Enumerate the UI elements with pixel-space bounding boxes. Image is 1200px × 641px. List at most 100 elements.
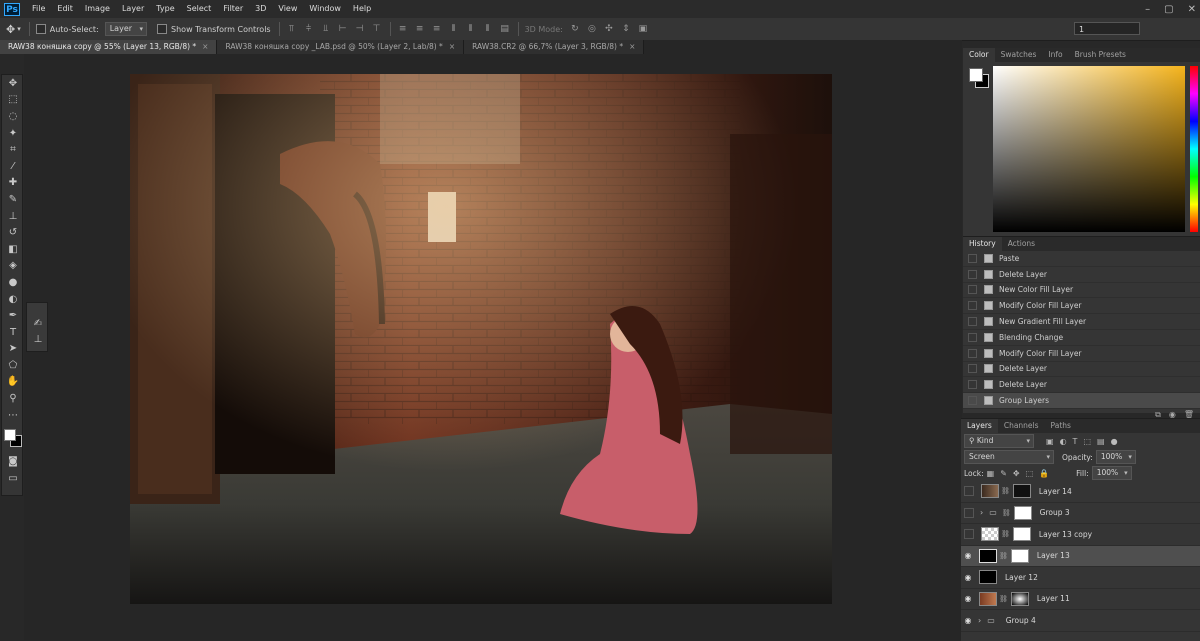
align-top-icon[interactable]: ⫪ <box>287 24 297 34</box>
menu-filter[interactable]: Filter <box>217 0 249 18</box>
color-picker-field[interactable] <box>993 66 1185 232</box>
screen-mode-icon[interactable]: ▭ <box>2 470 24 487</box>
more-tools-icon[interactable]: ⋯ <box>2 407 24 424</box>
menu-view[interactable]: View <box>272 0 303 18</box>
history-item[interactable]: Modify Color Fill Layer <box>963 298 1200 315</box>
distribute-top-icon[interactable]: ≡ <box>398 24 408 34</box>
document-tab[interactable]: RAW38 коняшка copy _LAB.psd @ 50% (Layer… <box>217 40 465 54</box>
color-swatches-icon[interactable] <box>2 423 24 453</box>
menu-window[interactable]: Window <box>303 0 347 18</box>
history-source-checkbox[interactable] <box>968 364 977 374</box>
history-brush-tool-icon[interactable]: ↺ <box>2 224 24 241</box>
3d-roll-icon[interactable]: ◎ <box>587 24 597 34</box>
minimize-icon[interactable]: – <box>1145 4 1150 15</box>
tab-close-icon[interactable]: × <box>629 42 635 51</box>
auto-align-icon[interactable]: ▤ <box>500 24 510 34</box>
history-item[interactable]: Blending Change <box>963 330 1200 346</box>
move-tool-icon[interactable]: ✥ <box>2 75 24 92</box>
fill-field[interactable]: 100% <box>1091 466 1132 480</box>
history-source-checkbox[interactable] <box>968 348 977 358</box>
distribute-vcenter-icon[interactable]: ≡ <box>415 24 425 34</box>
blur-tool-icon[interactable]: ● <box>2 274 24 291</box>
history-source-checkbox[interactable] <box>968 269 977 279</box>
tab-brush-presets[interactable]: Brush Presets <box>1069 48 1132 62</box>
tab-info[interactable]: Info <box>1042 48 1068 62</box>
history-source-checkbox[interactable] <box>968 301 977 311</box>
distribute-right-icon[interactable]: ⦀ <box>483 24 493 34</box>
visibility-toggle[interactable] <box>964 507 974 518</box>
filter-smart-object-icon[interactable]: ▤ <box>1097 437 1105 446</box>
lock-pixels-icon[interactable]: ✎ <box>1000 469 1007 478</box>
3d-drag-icon[interactable]: ✣ <box>604 24 614 34</box>
menu-layer[interactable]: Layer <box>116 0 150 18</box>
document-tab[interactable]: RAW38 коняшка copy @ 55% (Layer 13, RGB/… <box>0 40 218 54</box>
workspace-field[interactable]: 1 <box>1074 22 1140 35</box>
distribute-left-icon[interactable]: ⦀ <box>449 24 459 34</box>
menu-image[interactable]: Image <box>79 0 116 18</box>
hand-tool-icon[interactable]: ✋ <box>2 374 24 391</box>
brush-tool-icon[interactable]: ✎ <box>2 191 24 208</box>
3d-slide-icon[interactable]: ⇕ <box>621 24 631 34</box>
kind-filter-dropdown[interactable]: ⚲ Kind <box>964 434 1034 448</box>
path-selection-tool-icon[interactable]: ➤ <box>2 341 24 358</box>
lock-all-icon[interactable]: 🔒 <box>1039 469 1049 478</box>
dodge-tool-icon[interactable]: ◐ <box>2 291 24 308</box>
auto-select-checkbox[interactable]: Auto-Select: <box>35 24 99 34</box>
menu-edit[interactable]: Edit <box>51 0 79 18</box>
history-item[interactable]: New Color Fill Layer <box>963 283 1200 299</box>
healing-brush-tool-icon[interactable]: ✚ <box>2 175 24 192</box>
history-item[interactable]: New Gradient Fill Layer <box>963 314 1200 330</box>
tab-close-icon[interactable]: × <box>449 42 455 51</box>
history-source-checkbox[interactable] <box>968 380 977 390</box>
3d-scale-icon[interactable]: ▣ <box>638 24 648 34</box>
layer-row[interactable]: › ▭ ⛓ Group 3 <box>961 503 1200 524</box>
crop-tool-icon[interactable]: ⌗ <box>2 141 24 158</box>
zoom-tool-icon[interactable]: ⚲ <box>2 390 24 407</box>
filter-type-icon[interactable]: T <box>1073 437 1078 446</box>
visibility-toggle[interactable] <box>964 529 974 540</box>
3d-rotate-icon[interactable]: ↻ <box>570 24 580 34</box>
auto-select-dropdown[interactable]: Layer <box>104 22 148 36</box>
expand-group-icon[interactable]: › <box>980 508 983 517</box>
history-item[interactable]: Paste <box>963 251 1200 267</box>
expand-group-icon[interactable]: › <box>978 616 981 625</box>
layer-row-selected[interactable]: ◉ ⛓ Layer 13 <box>961 545 1200 567</box>
close-icon[interactable]: ✕ <box>1188 4 1196 15</box>
history-source-checkbox[interactable] <box>968 396 977 406</box>
quick-mask-icon[interactable]: ◙ <box>2 453 24 470</box>
history-source-checkbox[interactable] <box>968 285 977 295</box>
brush-preset-icon[interactable]: ✍ <box>27 315 49 332</box>
menu-help[interactable]: Help <box>347 0 377 18</box>
pen-tool-icon[interactable]: ✒ <box>2 307 24 324</box>
distribute-bottom-icon[interactable]: ≡ <box>432 24 442 34</box>
tab-channels[interactable]: Channels <box>998 419 1045 433</box>
clone-source-icon[interactable]: ⊥ <box>27 332 49 349</box>
maximize-icon[interactable]: ▢ <box>1164 4 1173 15</box>
visibility-toggle[interactable] <box>964 486 974 497</box>
eraser-tool-icon[interactable]: ◧ <box>2 241 24 258</box>
align-right-icon[interactable]: ⊤ <box>372 24 382 34</box>
tab-layers[interactable]: Layers <box>961 419 998 433</box>
align-bottom-icon[interactable]: ⫫ <box>321 24 331 34</box>
tab-history[interactable]: History <box>963 237 1002 251</box>
document-tab[interactable]: RAW38.CR2 @ 66,7% (Layer 3, RGB/8) * × <box>464 40 645 54</box>
menu-file[interactable]: File <box>26 0 51 18</box>
align-vcenter-icon[interactable]: ⫩ <box>304 24 314 34</box>
history-item[interactable]: Modify Color Fill Layer <box>963 346 1200 362</box>
eye-icon[interactable]: ◉ <box>961 573 975 582</box>
history-item[interactable]: Delete Layer <box>963 377 1200 394</box>
eye-icon[interactable]: ◉ <box>961 594 975 603</box>
layer-row[interactable]: ◉ ⛓ Layer 11 <box>961 589 1200 610</box>
distribute-hcenter-icon[interactable]: ⦀ <box>466 24 476 34</box>
history-source-checkbox[interactable] <box>968 253 977 263</box>
marquee-tool-icon[interactable]: ⬚ <box>2 92 24 109</box>
layer-row[interactable]: ⛓ Layer 13 copy <box>961 524 1200 546</box>
layer-row[interactable]: ⛓ Layer 14 <box>961 481 1200 503</box>
magic-wand-tool-icon[interactable]: ✦ <box>2 125 24 142</box>
document-image[interactable] <box>130 74 832 604</box>
lock-transparency-icon[interactable]: ▦ <box>987 469 995 478</box>
history-item[interactable]: Delete Layer <box>963 362 1200 378</box>
filter-adjustment-icon[interactable]: ◐ <box>1060 437 1067 446</box>
filter-toggle-icon[interactable]: ● <box>1111 437 1118 446</box>
filter-shape-icon[interactable]: ⬚ <box>1083 437 1091 446</box>
